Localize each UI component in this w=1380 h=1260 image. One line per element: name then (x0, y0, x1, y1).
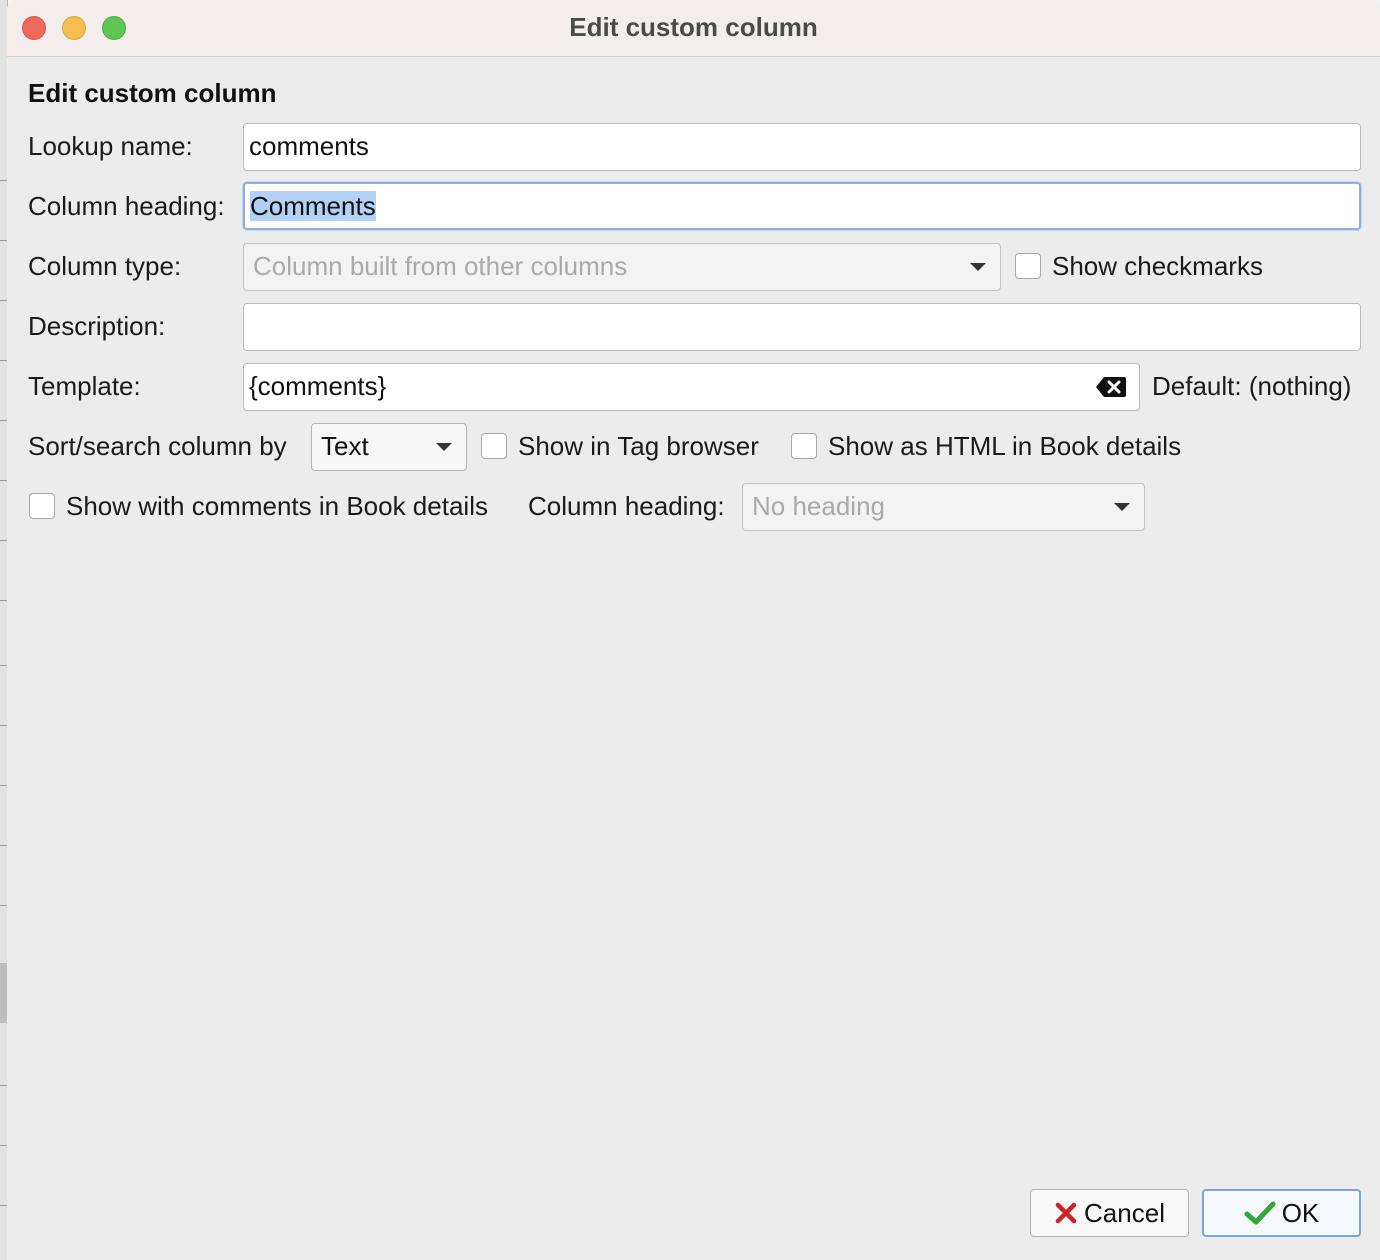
comments-heading-label: Column heading: (528, 491, 725, 521)
show-checkmarks-checkbox[interactable] (1015, 253, 1041, 279)
title-bar: Edit custom column (7, 0, 1380, 57)
cancel-button[interactable]: Cancel (1030, 1189, 1189, 1237)
column-type-select[interactable]: Column built from other columns (243, 243, 1001, 291)
show-in-tag-browser-checkbox[interactable] (481, 433, 507, 459)
template-default-label: Default: (nothing) (1152, 371, 1352, 401)
edit-custom-column-dialog: Edit custom column Edit custom column Lo… (7, 0, 1380, 1260)
chevron-down-icon (436, 443, 452, 451)
ok-button-label: OK (1281, 1197, 1320, 1228)
sort-search-value: Text (321, 431, 369, 461)
comments-heading-value: No heading (752, 491, 885, 521)
cancel-x-icon (1055, 1202, 1077, 1224)
sort-search-select[interactable]: Text (311, 423, 467, 471)
column-heading-input[interactable]: Comments (243, 182, 1361, 230)
template-input[interactable]: {comments} (243, 363, 1140, 411)
checkmark-icon (1244, 1201, 1276, 1225)
show-as-html-label: Show as HTML in Book details (828, 431, 1182, 461)
clear-field-icon[interactable] (1095, 375, 1127, 399)
column-type-label: Column type: (28, 251, 182, 281)
form-heading: Edit custom column (28, 78, 277, 108)
show-checkmarks-label: Show checkmarks (1052, 251, 1263, 281)
sort-search-label: Sort/search column by (28, 431, 287, 461)
show-with-comments-label: Show with comments in Book details (66, 491, 488, 521)
window-title: Edit custom column (569, 12, 818, 42)
lookup-name-label: Lookup name: (28, 131, 193, 161)
column-type-value: Column built from other columns (253, 251, 628, 281)
template-value: {comments} (249, 371, 387, 401)
comments-heading-select[interactable]: No heading (742, 483, 1145, 531)
lookup-name-input[interactable]: comments (243, 123, 1361, 171)
cancel-button-label: Cancel (1084, 1197, 1165, 1228)
show-with-comments-checkbox[interactable] (29, 493, 55, 519)
chevron-down-icon (1114, 503, 1130, 511)
show-in-tag-browser-label: Show in Tag browser (518, 431, 759, 461)
template-label: Template: (28, 371, 141, 401)
description-input[interactable] (243, 303, 1361, 351)
show-as-html-checkbox[interactable] (791, 433, 817, 459)
description-label: Description: (28, 311, 166, 341)
column-heading-selected-text: Comments (250, 191, 376, 221)
chevron-down-icon (970, 263, 986, 271)
column-heading-label: Column heading: (28, 191, 225, 221)
ok-button[interactable]: OK (1202, 1189, 1361, 1237)
